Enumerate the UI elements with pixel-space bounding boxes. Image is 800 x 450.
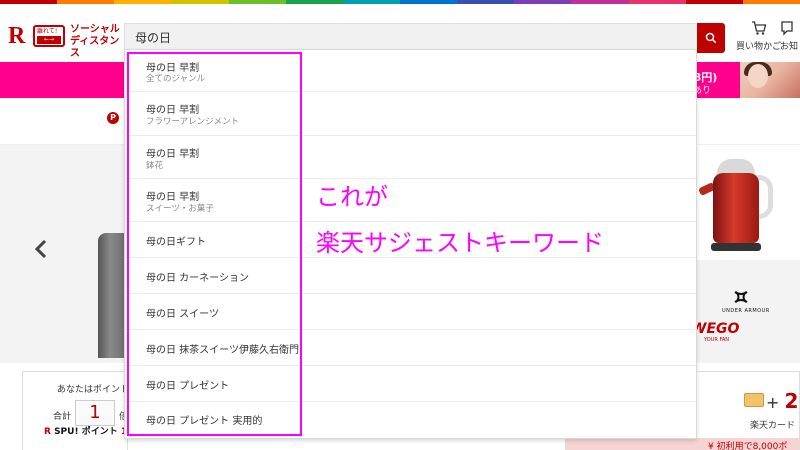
notification-icon bbox=[781, 21, 793, 36]
notification-link[interactable]: お知 bbox=[780, 20, 798, 52]
badge-top-text: 離れて! bbox=[37, 28, 58, 35]
annotation-line-1: これが bbox=[316, 183, 388, 211]
credit-card-icon bbox=[744, 393, 764, 407]
kettle-body bbox=[713, 173, 759, 243]
spu-label[interactable]: R SPU! ポイント 1 bbox=[44, 424, 127, 437]
spu-r-mark: R bbox=[44, 427, 51, 437]
card-offer-bar: ¥ 初利用で8,000ポ bbox=[566, 438, 799, 450]
point-multiplier-value: 1 bbox=[75, 400, 115, 426]
badge-bottom-text: ←→ bbox=[37, 36, 61, 44]
wego-subtext: YOUR FAN bbox=[704, 337, 730, 343]
kettle-base bbox=[711, 243, 761, 251]
highlight-box bbox=[127, 52, 302, 436]
card-multiplier: + 2 倍 bbox=[766, 389, 800, 413]
social-distance-badge: 離れて! ←→ bbox=[33, 25, 65, 47]
search-button[interactable] bbox=[697, 23, 725, 53]
card-plus: + bbox=[766, 393, 780, 412]
wego-logo: WEGO bbox=[691, 321, 740, 337]
social-distance-text: ソーシャル ディスタンス bbox=[70, 24, 120, 59]
under-armour-text: UNDER ARMOUR bbox=[722, 308, 770, 314]
spu-text: SPU! ポイント bbox=[54, 427, 118, 437]
under-armour-logo bbox=[734, 291, 748, 303]
chevron-left-icon bbox=[34, 239, 47, 259]
rakuten-logo[interactable]: R bbox=[8, 24, 28, 48]
point-total-label: 合計 bbox=[53, 412, 72, 422]
point-icon[interactable]: P bbox=[107, 112, 119, 124]
card-name: 楽天カード bbox=[750, 421, 796, 431]
notification-label: お知 bbox=[780, 42, 799, 52]
cart-label: 買い物かご bbox=[736, 42, 782, 52]
carousel-prev-button[interactable] bbox=[26, 234, 56, 264]
kettle-banner[interactable] bbox=[695, 145, 800, 260]
search-icon bbox=[705, 32, 717, 44]
point-question: あなたはポイント bbox=[57, 385, 130, 395]
point-multiplier-card[interactable]: あなたはポイント 合計 1 倍 bbox=[22, 371, 130, 450]
card-offer-text: ¥ 初利用で8,000ポ bbox=[708, 442, 788, 450]
cart-link[interactable]: 買い物かご bbox=[736, 20, 781, 52]
card-times-value: 2 bbox=[784, 389, 799, 413]
promo-model-image bbox=[740, 62, 800, 98]
promo-model-face bbox=[748, 64, 768, 88]
cart-icon bbox=[751, 21, 766, 35]
annotation-line-2: 楽天サジェストキーワード bbox=[316, 229, 604, 257]
